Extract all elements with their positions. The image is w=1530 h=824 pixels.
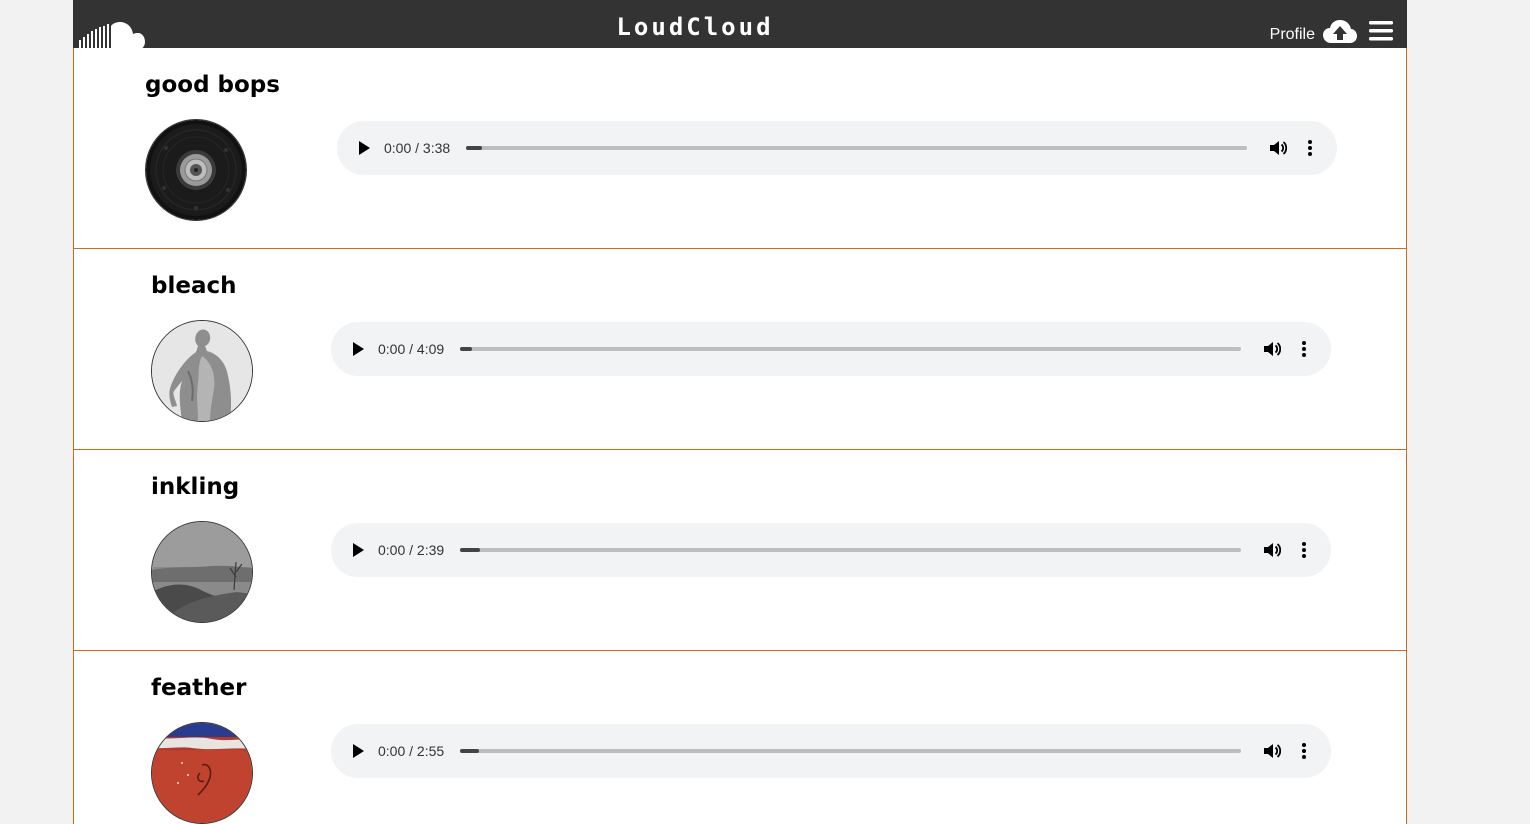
app-container: LoudCloud Profile good bops 0:00 / 3:38 … [73, 0, 1407, 824]
navbar: LoudCloud Profile [73, 0, 1407, 55]
seek-slider[interactable] [460, 347, 1241, 351]
seek-progress [460, 347, 473, 351]
time-display: 0:00 / 4:09 [378, 341, 445, 357]
track-cover [151, 320, 253, 422]
play-icon[interactable] [351, 743, 365, 759]
track-cover [151, 722, 253, 824]
audio-player[interactable]: 0:00 / 4:09 [331, 322, 1331, 376]
play-icon[interactable] [351, 341, 365, 357]
volume-icon[interactable] [1263, 541, 1281, 559]
track-card: feather 0:00 / 2:55 [73, 651, 1407, 824]
seek-slider[interactable] [466, 146, 1247, 150]
red-painting-image-icon [152, 723, 252, 823]
time-display: 0:00 / 3:38 [384, 140, 451, 156]
more-options-icon[interactable] [1301, 742, 1307, 760]
more-options-icon[interactable] [1307, 139, 1313, 157]
audio-player[interactable]: 0:00 / 2:39 [331, 523, 1331, 577]
audio-player[interactable]: 0:00 / 2:55 [331, 724, 1331, 778]
track-card: good bops 0:00 / 3:38 [73, 48, 1407, 249]
statue-image-icon [152, 321, 252, 421]
volume-icon[interactable] [1269, 139, 1287, 157]
track-title: feather [151, 675, 247, 701]
audio-player[interactable]: 0:00 / 3:38 [337, 121, 1337, 175]
profile-link[interactable]: Profile [1270, 26, 1315, 44]
seek-progress [460, 749, 479, 753]
cloud-upload-icon[interactable] [1323, 19, 1357, 45]
seek-slider[interactable] [460, 749, 1241, 753]
seek-slider[interactable] [460, 548, 1241, 552]
play-icon[interactable] [357, 140, 371, 156]
track-card: bleach 0:00 / 4:09 [73, 249, 1407, 450]
track-cover [145, 119, 247, 221]
play-icon[interactable] [351, 542, 365, 558]
volume-icon[interactable] [1263, 742, 1281, 760]
track-title: inkling [151, 474, 240, 500]
track-title: bleach [151, 273, 237, 299]
more-options-icon[interactable] [1301, 541, 1307, 559]
track-card: inkling 0:00 / 2:39 [73, 450, 1407, 651]
hamburger-menu-icon[interactable] [1369, 20, 1393, 42]
volume-icon[interactable] [1263, 340, 1281, 358]
brand-title[interactable]: LoudCloud [73, 13, 1317, 41]
seek-progress [466, 146, 482, 150]
vinyl-record-icon [146, 120, 246, 220]
track-cover [151, 521, 253, 623]
time-display: 0:00 / 2:39 [378, 542, 445, 558]
more-options-icon[interactable] [1301, 340, 1307, 358]
seek-progress [460, 548, 480, 552]
landscape-image-icon [152, 522, 252, 622]
nav-actions: Profile [1270, 16, 1393, 50]
time-display: 0:00 / 2:55 [378, 743, 445, 759]
track-title: good bops [145, 72, 280, 98]
